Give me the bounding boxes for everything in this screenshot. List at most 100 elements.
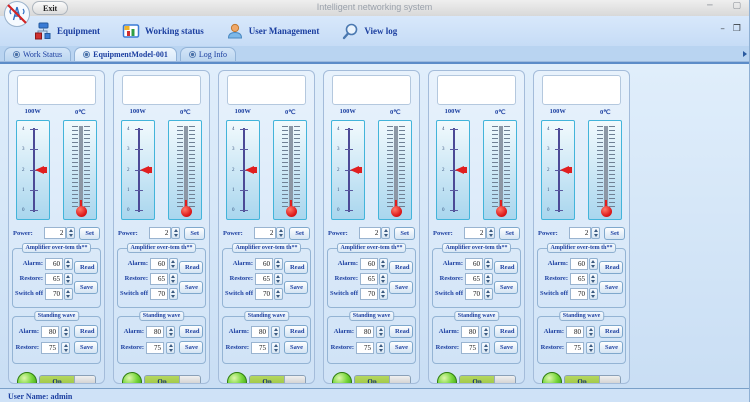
amplifier-restore-spinner[interactable] — [169, 273, 178, 285]
standing-wave-alarm-input[interactable] — [146, 326, 164, 338]
power-input[interactable] — [254, 227, 276, 239]
standing-wave-save-button[interactable]: Save — [494, 341, 518, 354]
amplifier-group-title[interactable]: Amplifier over-tem th** — [337, 243, 407, 253]
standing-wave-save-button[interactable]: Save — [599, 341, 623, 354]
standing-wave-group-title[interactable]: Standing wave — [139, 311, 185, 321]
spinner-down-icon[interactable] — [65, 294, 72, 299]
amplifier-switch-off-input[interactable] — [570, 288, 588, 300]
standing-wave-restore-input[interactable] — [566, 342, 584, 354]
minimize-icon[interactable]: ─ — [707, 1, 712, 11]
amplifier-restore-input[interactable] — [465, 273, 483, 285]
power-input[interactable] — [464, 227, 486, 239]
amplifier-group-title[interactable]: Amplifier over-tem th** — [22, 243, 92, 253]
amplifier-read-button[interactable]: Read — [389, 261, 413, 274]
amplifier-alarm-input[interactable] — [465, 258, 483, 270]
tab-log-info[interactable]: Log Info — [180, 47, 236, 61]
mdi-restore-icon[interactable]: ❐ — [733, 24, 741, 34]
spinner-down-icon[interactable] — [482, 332, 489, 337]
amplifier-switch-off-spinner[interactable] — [274, 288, 283, 300]
spinner-down-icon[interactable] — [277, 233, 284, 238]
standing-wave-save-button[interactable]: Save — [284, 341, 308, 354]
spinner-down-icon[interactable] — [590, 279, 597, 284]
set-button[interactable]: Set — [289, 227, 310, 240]
spinner-down-icon[interactable] — [65, 264, 72, 269]
standing-wave-alarm-input[interactable] — [461, 326, 479, 338]
amplifier-restore-spinner[interactable] — [274, 273, 283, 285]
standing-wave-read-button[interactable]: Read — [494, 325, 518, 338]
spinner-down-icon[interactable] — [592, 233, 599, 238]
tab-scroll-right-icon[interactable] — [743, 51, 747, 57]
power-spinner[interactable] — [66, 227, 75, 239]
spinner-down-icon[interactable] — [485, 264, 492, 269]
standing-wave-alarm-spinner[interactable] — [166, 326, 175, 338]
spinner-down-icon[interactable] — [172, 233, 179, 238]
spinner-down-icon[interactable] — [275, 264, 282, 269]
amplifier-alarm-input[interactable] — [255, 258, 273, 270]
power-on-toggle[interactable]: On — [459, 375, 516, 385]
amplifier-switch-off-spinner[interactable] — [379, 288, 388, 300]
power-spinner[interactable] — [486, 227, 495, 239]
amplifier-group-title[interactable]: Amplifier over-tem th** — [442, 243, 512, 253]
spinner-down-icon[interactable] — [62, 348, 69, 353]
amplifier-switch-off-input[interactable] — [45, 288, 63, 300]
set-button[interactable]: Set — [79, 227, 100, 240]
amplifier-read-button[interactable]: Read — [179, 261, 203, 274]
spinner-down-icon[interactable] — [65, 279, 72, 284]
spinner-down-icon[interactable] — [67, 233, 74, 238]
amplifier-alarm-spinner[interactable] — [169, 258, 178, 270]
standing-wave-alarm-spinner[interactable] — [586, 326, 595, 338]
amplifier-restore-spinner[interactable] — [379, 273, 388, 285]
amplifier-restore-spinner[interactable] — [484, 273, 493, 285]
amplifier-restore-input[interactable] — [45, 273, 63, 285]
amplifier-group-title[interactable]: Amplifier over-tem th** — [232, 243, 302, 253]
standing-wave-alarm-spinner[interactable] — [481, 326, 490, 338]
standing-wave-read-button[interactable]: Read — [599, 325, 623, 338]
standing-wave-read-button[interactable]: Read — [389, 325, 413, 338]
standing-wave-restore-spinner[interactable] — [271, 342, 280, 354]
amplifier-read-button[interactable]: Read — [599, 261, 623, 274]
amplifier-read-button[interactable]: Read — [494, 261, 518, 274]
standing-wave-alarm-input[interactable] — [251, 326, 269, 338]
spinner-down-icon[interactable] — [377, 348, 384, 353]
standing-wave-restore-input[interactable] — [251, 342, 269, 354]
power-on-toggle[interactable]: On — [354, 375, 411, 385]
standing-wave-restore-input[interactable] — [461, 342, 479, 354]
amplifier-alarm-spinner[interactable] — [274, 258, 283, 270]
amplifier-save-button[interactable]: Save — [74, 281, 98, 294]
spinner-down-icon[interactable] — [272, 348, 279, 353]
amplifier-switch-off-input[interactable] — [255, 288, 273, 300]
spinner-down-icon[interactable] — [275, 279, 282, 284]
spinner-down-icon[interactable] — [170, 294, 177, 299]
amplifier-save-button[interactable]: Save — [284, 281, 308, 294]
power-input[interactable] — [44, 227, 66, 239]
standing-wave-restore-spinner[interactable] — [376, 342, 385, 354]
standing-wave-read-button[interactable]: Read — [284, 325, 308, 338]
spinner-down-icon[interactable] — [587, 332, 594, 337]
spinner-down-icon[interactable] — [482, 348, 489, 353]
set-button[interactable]: Set — [394, 227, 415, 240]
power-on-toggle[interactable]: On — [39, 375, 96, 385]
standing-wave-restore-spinner[interactable] — [61, 342, 70, 354]
power-on-toggle[interactable]: On — [249, 375, 306, 385]
spinner-down-icon[interactable] — [587, 348, 594, 353]
amplifier-switch-off-input[interactable] — [360, 288, 378, 300]
standing-wave-group-title[interactable]: Standing wave — [349, 311, 395, 321]
power-on-toggle[interactable]: On — [564, 375, 621, 385]
spinner-down-icon[interactable] — [167, 332, 174, 337]
standing-wave-group-title[interactable]: Standing wave — [559, 311, 605, 321]
amplifier-restore-spinner[interactable] — [64, 273, 73, 285]
power-input[interactable] — [569, 227, 591, 239]
power-spinner[interactable] — [276, 227, 285, 239]
amplifier-alarm-input[interactable] — [570, 258, 588, 270]
amplifier-read-button[interactable]: Read — [74, 261, 98, 274]
standing-wave-group-title[interactable]: Standing wave — [244, 311, 290, 321]
standing-wave-group-title[interactable]: Standing wave — [454, 311, 500, 321]
spinner-down-icon[interactable] — [590, 294, 597, 299]
amplifier-switch-off-spinner[interactable] — [169, 288, 178, 300]
standing-wave-restore-spinner[interactable] — [481, 342, 490, 354]
working-status-button[interactable]: Working status — [118, 18, 208, 44]
amplifier-group-title[interactable]: Amplifier over-tem th** — [547, 243, 617, 253]
amplifier-restore-input[interactable] — [570, 273, 588, 285]
power-on-toggle[interactable]: On — [144, 375, 201, 385]
tab-equipment-model-001[interactable]: EquipmentModel-001 — [74, 47, 177, 61]
